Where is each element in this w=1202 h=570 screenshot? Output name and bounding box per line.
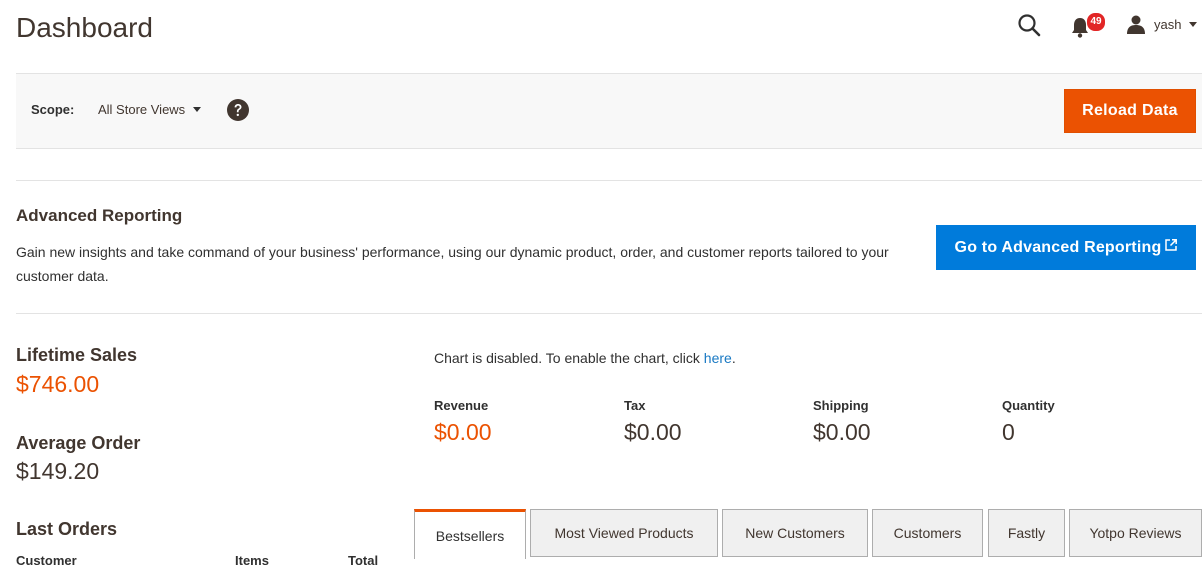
tab-fastly[interactable]: Fastly bbox=[988, 509, 1065, 557]
divider bbox=[16, 313, 1202, 314]
search-icon bbox=[1018, 14, 1041, 37]
shipping-label: Shipping bbox=[813, 398, 869, 413]
tab-new-customers[interactable]: New Customers bbox=[722, 509, 868, 557]
notifications-badge: 49 bbox=[1086, 12, 1106, 32]
column-header-customer[interactable]: Customer bbox=[16, 553, 77, 568]
search-button[interactable] bbox=[1016, 12, 1042, 38]
quantity-label: Quantity bbox=[1002, 398, 1055, 413]
column-header-total[interactable]: Total bbox=[348, 553, 378, 568]
tax-label: Tax bbox=[624, 398, 646, 413]
enable-chart-link[interactable]: here bbox=[704, 350, 732, 366]
page-title: Dashboard bbox=[16, 12, 153, 43]
advanced-reporting-description: Gain new insights and take command of yo… bbox=[16, 244, 889, 284]
store-view-switcher[interactable]: All Store Views bbox=[98, 102, 202, 117]
chart-message-end: . bbox=[731, 350, 736, 366]
tab-yotpo-reviews[interactable]: Yotpo Reviews bbox=[1069, 509, 1202, 557]
lifetime-sales-value: $746.00 bbox=[16, 371, 100, 397]
reload-data-button[interactable]: Reload Data bbox=[1064, 89, 1196, 133]
scope-label: Scope: bbox=[31, 102, 75, 117]
advanced-reporting-title: Advanced Reporting bbox=[16, 206, 183, 225]
tax-value: $0.00 bbox=[624, 419, 682, 445]
caret-down-icon bbox=[1189, 21, 1198, 27]
lifetime-sales-label: Lifetime Sales bbox=[16, 345, 138, 365]
column-header-items[interactable]: Items bbox=[235, 553, 269, 568]
shipping-value: $0.00 bbox=[813, 419, 871, 445]
quantity-value: 0 bbox=[1002, 419, 1015, 445]
chart-disabled-message: Chart is disabled. To enable the chart, … bbox=[434, 350, 736, 366]
go-to-advanced-reporting-button[interactable]: Go to Advanced Reporting bbox=[936, 225, 1196, 270]
divider bbox=[16, 180, 1202, 181]
help-icon[interactable] bbox=[227, 99, 249, 121]
go-to-advanced-reporting-label: Go to Advanced Reporting bbox=[954, 238, 1162, 256]
store-view-selected: All Store Views bbox=[98, 102, 186, 117]
scope-bar: Scope: All Store Views Reload Data bbox=[16, 73, 1202, 149]
user-name: yash bbox=[1154, 16, 1182, 32]
notifications-button[interactable]: 49 bbox=[1070, 12, 1106, 40]
revenue-value: $0.00 bbox=[434, 419, 492, 445]
tab-bestsellers[interactable]: Bestsellers bbox=[414, 509, 526, 559]
average-order-label: Average Order bbox=[16, 433, 141, 453]
chart-message-text: Chart is disabled. To enable the chart, … bbox=[434, 350, 704, 366]
user-icon bbox=[1127, 15, 1145, 34]
last-orders-title: Last Orders bbox=[16, 519, 118, 539]
average-order-value: $149.20 bbox=[16, 458, 100, 484]
user-menu[interactable]: yash bbox=[1126, 12, 1198, 36]
revenue-label: Revenue bbox=[434, 398, 489, 413]
external-link-icon bbox=[1165, 238, 1178, 251]
tab-most-viewed-products[interactable]: Most Viewed Products bbox=[530, 509, 718, 557]
tab-customers[interactable]: Customers bbox=[872, 509, 983, 557]
caret-down-icon bbox=[193, 107, 202, 112]
